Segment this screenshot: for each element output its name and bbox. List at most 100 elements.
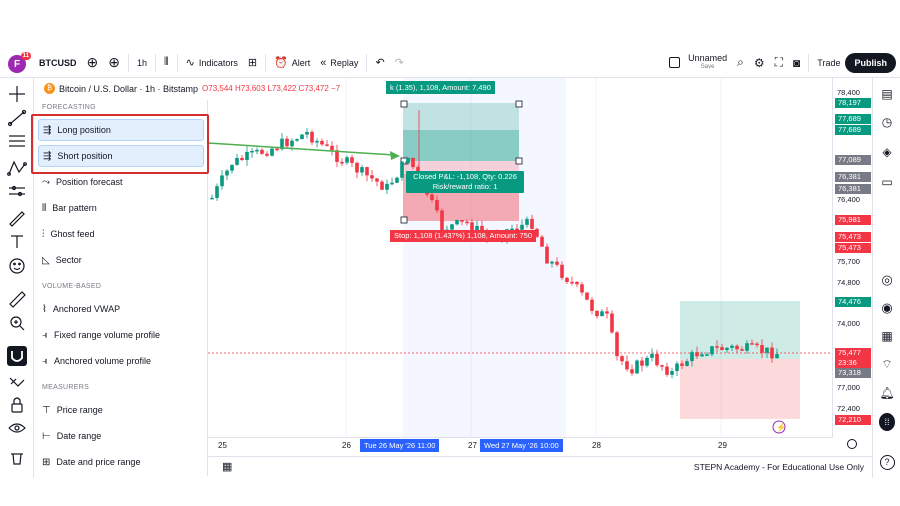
candle-body xyxy=(700,354,704,357)
candle-body xyxy=(380,181,384,190)
compare-button[interactable]: ⊕ xyxy=(103,52,125,74)
candle-body xyxy=(725,347,729,351)
undo-button[interactable]: ↶ xyxy=(370,52,389,74)
lock-draw-icon[interactable] xyxy=(9,377,25,387)
target-icon[interactable]: ◎ xyxy=(879,272,895,288)
chart-type-button[interactable]: ⫴ xyxy=(159,52,174,74)
add-symbol-button[interactable]: ⊕ xyxy=(82,52,104,74)
candle-body xyxy=(770,347,774,359)
candle-body xyxy=(650,353,654,358)
text-icon[interactable] xyxy=(11,235,23,248)
eye-icon[interactable] xyxy=(8,423,26,433)
help-icon[interactable]: ? xyxy=(879,454,895,470)
date-range-item[interactable]: ⊢ Date range xyxy=(38,425,204,447)
price-scale[interactable]: 78,400 78,197 77,689 77,689 77,089 76,38… xyxy=(832,78,872,449)
symbol-search-button[interactable]: BTCUSD xyxy=(34,52,82,74)
symbol-title[interactable]: Bitcoin / U.S. Dollar · 1h · Bitstamp xyxy=(59,84,198,94)
indicators-button[interactable]: ∿ Indicators xyxy=(181,52,243,74)
layout-name: Unnamed xyxy=(688,52,728,63)
zoom-in-icon[interactable] xyxy=(10,316,25,331)
candle-body xyxy=(360,167,364,173)
redo-button[interactable]: ↷ xyxy=(390,52,409,74)
emoji-icon[interactable] xyxy=(9,258,25,274)
long-position-stop-label[interactable]: Stop: 1,108 (1.437%) 1,108, Amount: 750 xyxy=(390,230,537,242)
watchlist-icon[interactable]: ▤ xyxy=(879,86,895,102)
candle-body xyxy=(570,281,574,284)
candle-body xyxy=(635,360,639,374)
broadcast-icon[interactable]: ⌔ xyxy=(879,356,895,372)
brush-icon[interactable] xyxy=(9,211,25,227)
calendar-icon[interactable]: ▦ xyxy=(879,328,895,344)
publish-button[interactable]: Publish xyxy=(845,52,896,73)
candle-body xyxy=(545,246,549,264)
trend-line-icon[interactable] xyxy=(7,109,27,127)
fixed-range-volume-profile-item[interactable]: ⫣ Fixed range volume profile xyxy=(38,324,204,346)
pulse-icon[interactable]: ◉ xyxy=(879,300,895,316)
indicators-label: Indicators xyxy=(198,57,238,68)
time-scale[interactable]: 25 26 Tue 26 May '26 11:00 27 Wed 27 May… xyxy=(208,437,832,452)
candle-body xyxy=(255,149,259,152)
date-and-price-range-label: Date and price range xyxy=(56,457,141,467)
layers-icon[interactable]: ◈ xyxy=(879,144,895,160)
position-forecast-item[interactable]: ⤳ Position forecast xyxy=(38,171,204,193)
section-title-forecasting: FORECASTING xyxy=(42,104,96,111)
ghost-feed-item[interactable]: ⫶ Ghost feed xyxy=(38,223,204,245)
price-label: 75,700 xyxy=(837,257,860,266)
trash-icon[interactable] xyxy=(11,453,23,465)
pattern-icon[interactable] xyxy=(7,160,27,176)
price-tag: 73,318 xyxy=(835,368,871,378)
bar-pattern-item[interactable]: ⫴ Bar pattern xyxy=(38,197,204,219)
candle-body xyxy=(385,183,389,190)
ruler-icon[interactable] xyxy=(9,291,26,308)
candle-body xyxy=(260,149,264,154)
bar-pattern-icon: ⫴ xyxy=(42,202,47,214)
price-tag: 76,381 xyxy=(835,184,871,194)
calendar-goto-icon[interactable]: ▦ xyxy=(222,460,232,473)
fib-icon[interactable] xyxy=(9,135,25,147)
quick-search-button[interactable]: ⌕ xyxy=(732,52,749,74)
trade-button[interactable]: Trade xyxy=(812,52,845,74)
apps-grid-icon[interactable]: ⁞⁞ xyxy=(879,413,895,431)
templates-button[interactable]: ⊞ xyxy=(243,52,262,74)
date-and-price-range-item[interactable]: ⊞ Date and price range xyxy=(38,451,204,473)
chart-pane[interactable]: ⚡ xyxy=(208,78,832,437)
settings-circle-icon[interactable] xyxy=(847,439,857,449)
ghost-feed-icon: ⫶ xyxy=(42,228,45,240)
fullscreen-button[interactable]: ⛶ xyxy=(770,52,788,74)
candle-body xyxy=(345,157,349,163)
interval-label: 1h xyxy=(136,57,147,68)
lock-icon[interactable] xyxy=(11,397,23,413)
candle-body xyxy=(745,343,749,351)
candle-body xyxy=(565,277,569,282)
settings-button[interactable]: ⚙ xyxy=(749,52,770,74)
replay-button[interactable]: «Replay xyxy=(315,52,363,74)
price-range-item[interactable]: ⊤ Price range xyxy=(38,399,204,421)
crosshair-icon[interactable] xyxy=(9,86,25,102)
bell-icon[interactable]: 🔔︎ xyxy=(879,385,895,401)
candle-body xyxy=(265,153,269,156)
layout-button[interactable]: Unnamed Save xyxy=(664,52,732,74)
alerts-clock-icon[interactable]: ◷ xyxy=(879,114,895,130)
date-and-price-range-icon: ⊞ xyxy=(42,456,51,468)
candle-body xyxy=(430,194,434,200)
forecast-icon[interactable] xyxy=(9,185,25,197)
candle-body xyxy=(575,282,579,285)
anchored-volume-profile-item[interactable]: ⫣ Anchored volume profile xyxy=(38,350,204,372)
bottom-bar: ▦ STEPN Academy - For Educational Use On… xyxy=(208,456,872,476)
layout-save-status: Save xyxy=(700,63,715,70)
candle-body xyxy=(550,261,554,264)
candle-body xyxy=(680,363,684,366)
alert-button[interactable]: ⏰ Alert xyxy=(269,52,315,74)
chat-icon[interactable]: ▭ xyxy=(879,174,895,190)
magnet-button[interactable] xyxy=(7,346,27,366)
sector-item[interactable]: ◺ Sector xyxy=(38,249,204,271)
long-position-target-label[interactable]: k (1.35), 1,108, Amount: 7,490 xyxy=(386,81,495,94)
interval-button[interactable]: 1h xyxy=(132,52,152,74)
candle-body xyxy=(705,354,709,356)
price-label: 72,400 xyxy=(837,404,860,413)
candle-body xyxy=(285,138,289,147)
snapshot-button[interactable]: ◙ xyxy=(788,52,805,74)
anchored-vwap-item[interactable]: ⌇ Anchored VWAP xyxy=(38,298,204,320)
drag-handle xyxy=(515,100,523,108)
candle-body xyxy=(395,177,399,183)
